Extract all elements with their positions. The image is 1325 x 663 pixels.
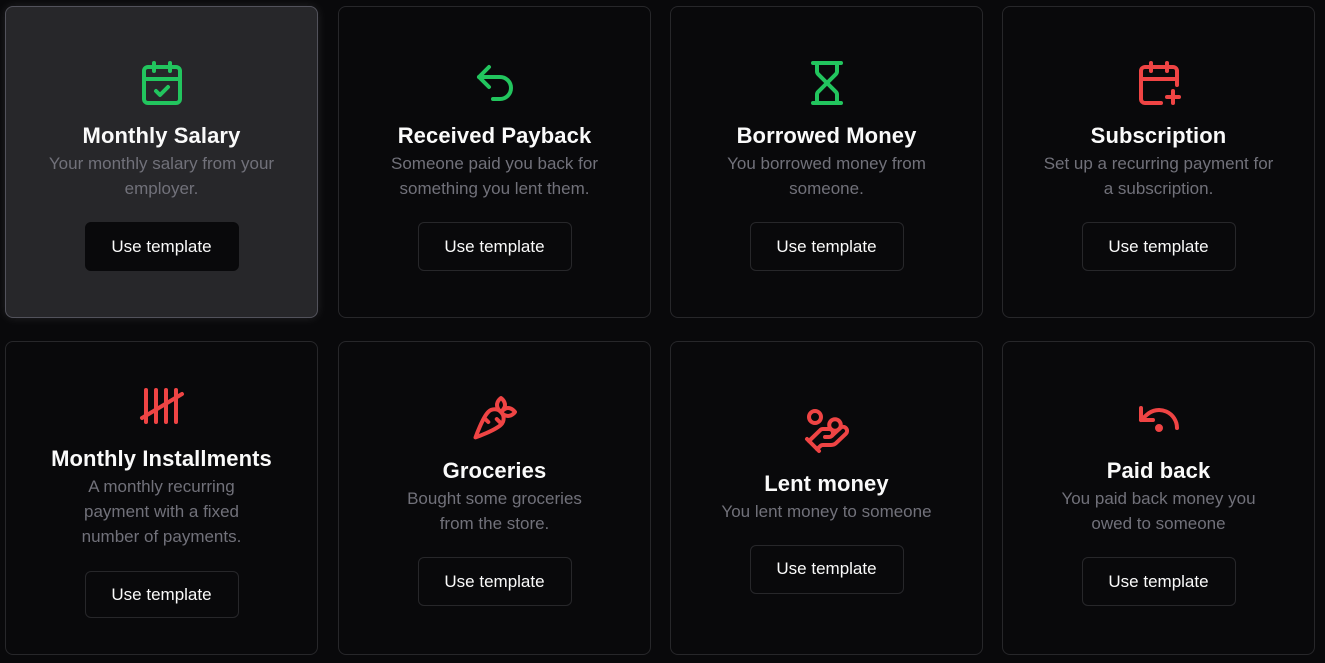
use-template-button[interactable]: Use template (749, 222, 904, 271)
template-title: Paid back (1106, 458, 1211, 483)
use-template-button[interactable]: Use template (417, 222, 572, 271)
template-description: You paid back money you owed to someone (1061, 489, 1256, 533)
template-title: Groceries (442, 458, 547, 483)
undo-arrow-icon (471, 59, 519, 107)
template-card-subscription[interactable]: Subscription Set up a recurring payment … (1002, 6, 1315, 318)
template-title: Received Payback (397, 123, 592, 148)
undo-dot-icon (1135, 394, 1183, 442)
template-card-monthly-installments[interactable]: Monthly Installments A monthly recurring… (5, 341, 318, 655)
template-description: Your monthly salary from your employer. (48, 154, 275, 198)
template-card-received-payback[interactable]: Received Payback Someone paid you back f… (338, 6, 651, 318)
use-template-button[interactable]: Use template (417, 557, 572, 606)
use-template-button[interactable]: Use template (84, 571, 239, 618)
carrot-icon (471, 394, 519, 442)
template-grid: Monthly Salary Your monthly salary from … (0, 0, 1325, 663)
template-card-paid-back[interactable]: Paid back You paid back money you owed t… (1002, 341, 1315, 655)
template-description: A monthly recurring payment with a fixed… (81, 477, 242, 546)
template-title: Borrowed Money (736, 123, 917, 148)
template-description: You lent money to someone (721, 501, 932, 521)
template-title: Subscription (1090, 123, 1227, 148)
template-title: Monthly Salary (82, 123, 241, 148)
template-card-groceries[interactable]: Groceries Bought some groceries from the… (338, 341, 651, 655)
template-description: Bought some groceries from the store. (407, 489, 582, 533)
calendar-plus-icon (1135, 59, 1183, 107)
template-description: Set up a recurring payment for a subscri… (1043, 154, 1274, 198)
template-title: Lent money (764, 470, 889, 496)
template-description: You borrowed money from someone. (727, 154, 926, 198)
hourglass-icon (803, 59, 851, 107)
template-title: Monthly Installments (51, 446, 272, 471)
template-card-borrowed-money[interactable]: Borrowed Money You borrowed money from s… (670, 6, 983, 318)
template-description: Someone paid you back for something you … (391, 154, 598, 198)
use-template-button[interactable]: Use template (1081, 557, 1236, 606)
template-card-lent-money[interactable]: Lent money You lent money to someone Use… (670, 341, 983, 655)
use-template-button[interactable]: Use template (84, 222, 239, 271)
use-template-button[interactable]: Use template (749, 544, 904, 594)
tally-marks-icon (138, 382, 186, 430)
use-template-button[interactable]: Use template (1081, 222, 1236, 271)
hand-coins-icon (803, 407, 851, 455)
calendar-check-icon (138, 59, 186, 107)
template-card-monthly-salary[interactable]: Monthly Salary Your monthly salary from … (5, 6, 318, 318)
